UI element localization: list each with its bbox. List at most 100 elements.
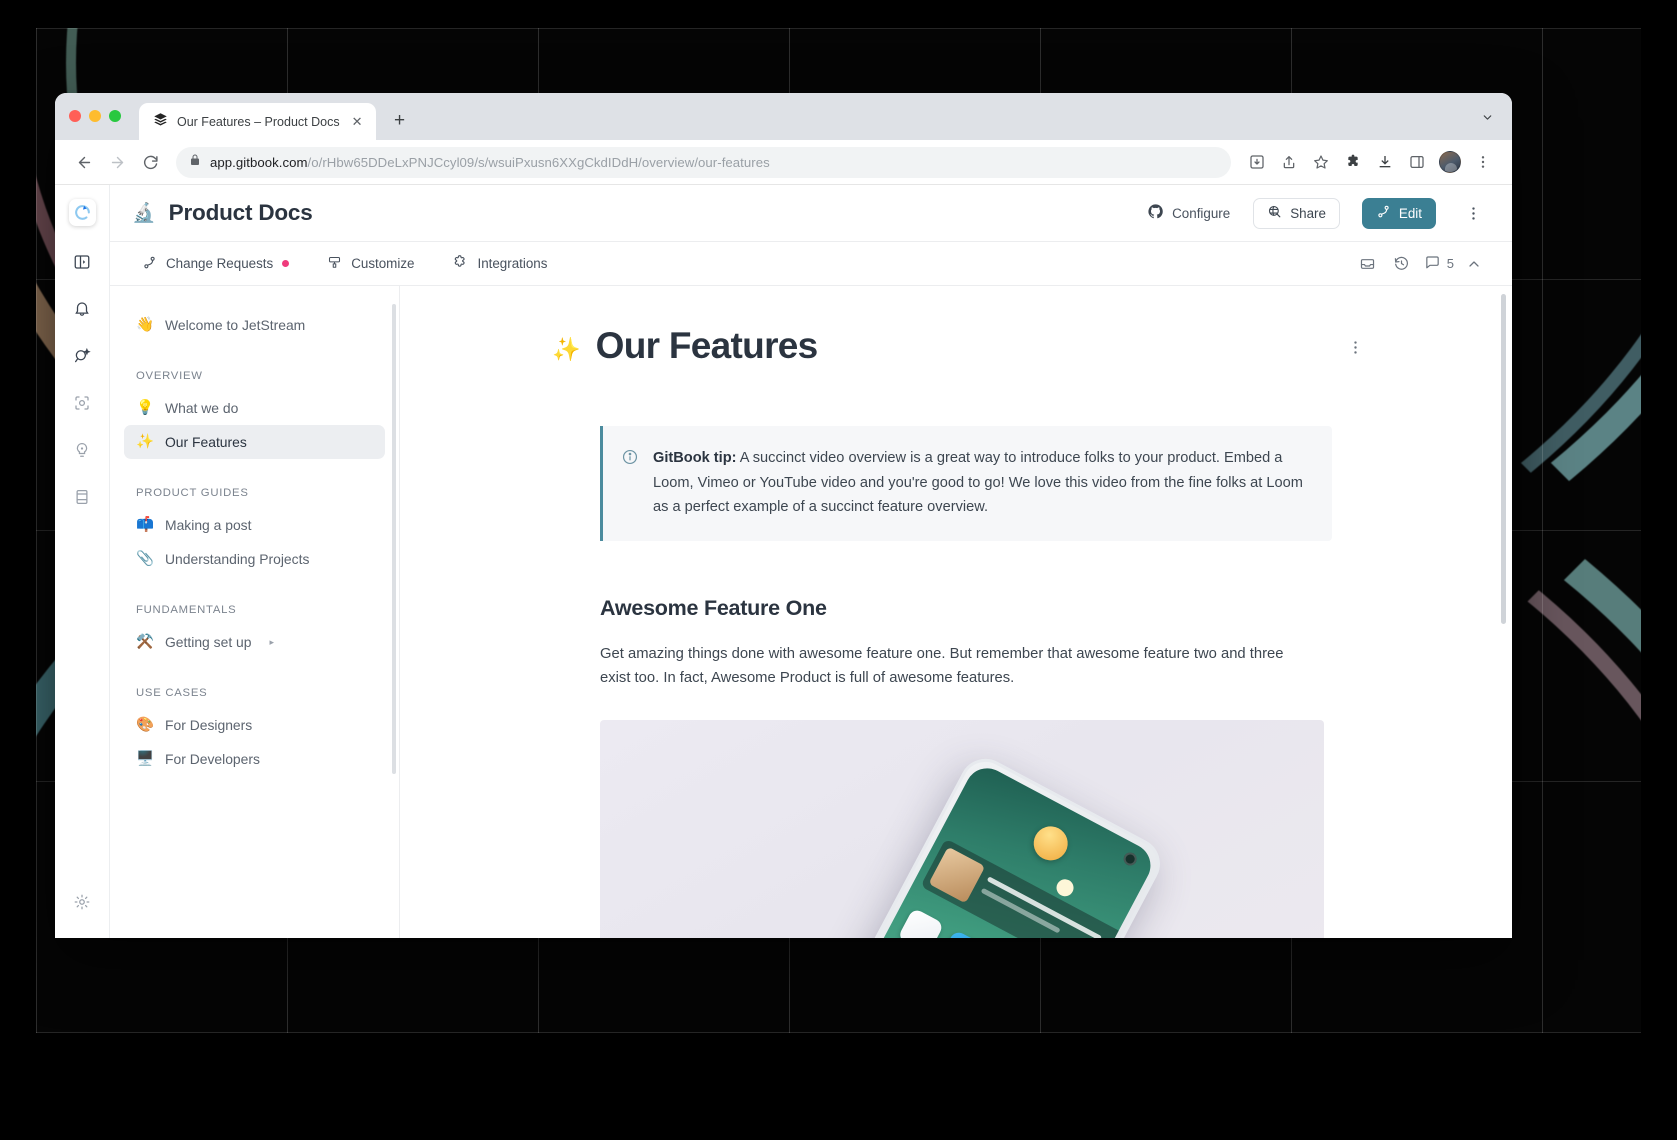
sidebar-item-what-we-do[interactable]: 💡 What we do [124, 391, 385, 425]
nav-section-title: USE CASES [136, 687, 208, 699]
gitbook-stack-icon [153, 112, 168, 132]
configure-label: Configure [1172, 205, 1231, 221]
info-circle-icon [621, 448, 639, 519]
sidebar-item-label: Understanding Projects [165, 551, 310, 567]
sidebar-item-making-a-post[interactable]: 📫 Making a post [124, 508, 385, 542]
window-controls [69, 93, 121, 140]
status-badge [282, 260, 290, 267]
close-window-button[interactable] [69, 109, 81, 122]
change-requests-label: Change Requests [166, 256, 274, 271]
sidebar-item-getting-set-up[interactable]: ⚒️ Getting set up ▸ [124, 625, 385, 659]
gitbook-app: 🔬 Product Docs Configure Share Edit Chan… [55, 185, 1512, 938]
sidebar-item-change-requests[interactable]: Change Requests [132, 250, 299, 278]
document-more-kebab-icon[interactable] [1342, 334, 1368, 360]
sidebar-item-welcome[interactable]: 👋 Welcome to JetStream [124, 308, 385, 342]
gitbook-logo-icon[interactable] [68, 199, 96, 226]
settings-gear-icon[interactable] [66, 886, 98, 918]
forward-button[interactable] [102, 147, 132, 177]
sidebar-item-label: Making a post [165, 517, 252, 533]
configure-button[interactable]: Configure [1137, 197, 1240, 229]
sidebar-toggle-icon[interactable] [66, 246, 98, 278]
comments-count[interactable]: 5 [1424, 254, 1454, 274]
history-clock-icon[interactable] [1388, 250, 1416, 278]
profile-avatar[interactable] [1439, 151, 1461, 173]
docs-book-icon[interactable] [66, 481, 98, 513]
integrations-puzzle-icon [452, 254, 468, 273]
ai-search-icon[interactable] [66, 340, 98, 372]
url-text: app.gitbook.com/o/rHbw65DDeLxPNJCcyl09/s… [210, 155, 770, 170]
page-scrollbar[interactable] [1501, 294, 1506, 624]
extensions-puzzle-icon[interactable] [1338, 147, 1368, 177]
browser-toolbar: app.gitbook.com/o/rHbw65DDeLxPNJCcyl09/s… [55, 140, 1512, 185]
phone-screen [797, 760, 1159, 938]
page-inner: ✨ Our Features GitBook tip: A succinct v… [400, 286, 1512, 938]
card-thumbnail [928, 847, 986, 904]
inbox-icon[interactable] [1354, 250, 1382, 278]
back-button[interactable] [69, 147, 99, 177]
tab-title: Our Features – Product Docs [177, 114, 340, 129]
app-icon [897, 907, 945, 938]
screen-dot [1053, 876, 1077, 900]
phone-mockup [786, 750, 1170, 938]
chevron-up-icon[interactable] [1460, 250, 1488, 278]
sidebar-item-understanding-projects[interactable]: 📎 Understanding Projects [124, 542, 385, 576]
document-title[interactable]: Our Features [596, 324, 819, 368]
chevron-down-icon[interactable] [1481, 111, 1494, 129]
desktop-computer-emoji-icon: 🖥️ [136, 750, 155, 767]
lightbulb-emoji-icon: 💡 [136, 399, 155, 416]
tab-customize[interactable]: Customize [317, 250, 424, 278]
address-bar[interactable]: app.gitbook.com/o/rHbw65DDeLxPNJCcyl09/s… [176, 146, 1231, 178]
secondary-toolbar: Change Requests Customize Integrations 5 [110, 241, 1512, 286]
new-tab-button[interactable]: + [386, 107, 414, 135]
sparkles-emoji-icon: ✨ [552, 336, 581, 362]
sidebar-item-label: Getting set up [165, 634, 252, 650]
tab-integrations[interactable]: Integrations [442, 249, 557, 278]
share-button[interactable]: Share [1253, 197, 1340, 229]
close-icon[interactable]: ✕ [349, 113, 366, 130]
app-content-column: 🔬 Product Docs Configure Share Edit Chan… [110, 185, 1512, 938]
app-body: 👋 Welcome to JetStream OVERVIEW 💡 What w… [110, 286, 1512, 938]
customize-label: Customize [351, 256, 415, 271]
phone-screenshot-image [600, 720, 1324, 938]
toolbar-actions [1242, 147, 1498, 177]
document-title-row: ✨ Our Features [552, 324, 1332, 368]
github-icon [1147, 203, 1164, 223]
tools-emoji-icon: ⚒️ [136, 633, 155, 650]
space-more-kebab-icon[interactable] [1460, 200, 1486, 226]
expand-caret-icon[interactable]: ▸ [269, 637, 274, 648]
callout-lead: GitBook tip: [653, 450, 737, 467]
notifications-bell-icon[interactable] [66, 293, 98, 325]
space-emoji-icon: 🔬 [132, 202, 156, 224]
capture-frame-icon[interactable] [66, 387, 98, 419]
minimize-window-button[interactable] [89, 109, 101, 122]
app-left-rail [55, 185, 110, 938]
callout-text: GitBook tip: A succinct video overview i… [653, 446, 1308, 519]
media-card [920, 838, 1127, 938]
paint-roller-icon [327, 255, 342, 273]
insights-lightbulb-icon[interactable] [66, 434, 98, 466]
reload-button[interactable] [135, 147, 165, 177]
bookmark-star-icon[interactable] [1306, 147, 1336, 177]
nav-section-title: OVERVIEW [136, 370, 203, 382]
sidebar-item-label: Our Features [165, 434, 247, 450]
install-app-icon[interactable] [1242, 147, 1272, 177]
desktop-background: Our Features – Product Docs ✕ + app.gitb… [0, 0, 1677, 1140]
side-panel-icon[interactable] [1402, 147, 1432, 177]
share-globe-icon [1267, 204, 1282, 222]
sidebar-scrollbar[interactable] [392, 304, 396, 774]
comment-bubble-icon [1424, 254, 1441, 274]
share-label: Share [1290, 205, 1326, 221]
edit-button[interactable]: Edit [1361, 197, 1436, 229]
palette-emoji-icon: 🎨 [136, 716, 155, 733]
edit-label: Edit [1398, 205, 1422, 221]
downloads-icon[interactable] [1370, 147, 1400, 177]
sidebar-item-label: For Designers [165, 717, 253, 733]
sidebar-item-for-developers[interactable]: 🖥️ For Developers [124, 742, 385, 776]
maximize-window-button[interactable] [109, 109, 121, 122]
share-icon[interactable] [1274, 147, 1304, 177]
browser-tab[interactable]: Our Features – Product Docs ✕ [139, 103, 376, 140]
info-callout: GitBook tip: A succinct video overview i… [600, 426, 1332, 542]
browser-menu-kebab-icon[interactable] [1468, 147, 1498, 177]
sidebar-item-for-designers[interactable]: 🎨 For Designers [124, 708, 385, 742]
sidebar-item-our-features[interactable]: ✨ Our Features [124, 425, 385, 459]
